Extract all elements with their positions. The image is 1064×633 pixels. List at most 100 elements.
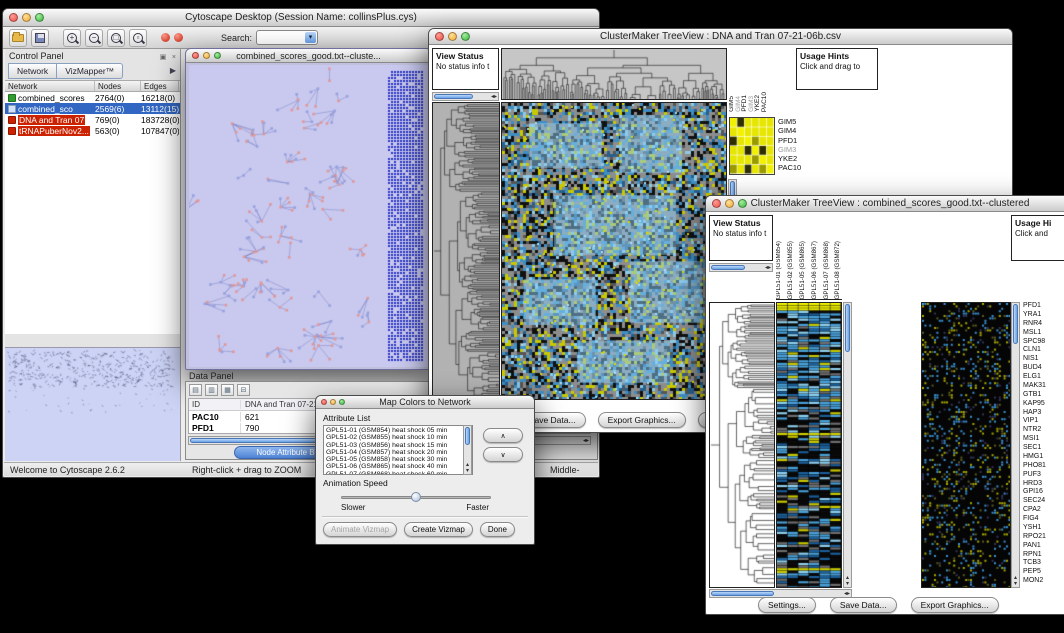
treeview-button[interactable]: Save Data...: [830, 597, 897, 613]
attribute-item[interactable]: GPL51-05 (GSM858) heat shock 30 min: [326, 456, 470, 463]
network-overview-canvas[interactable]: [5, 348, 179, 461]
gene-label: KAP95: [1023, 400, 1064, 409]
minimize-icon[interactable]: [203, 52, 210, 59]
chevron-down-icon[interactable]: ▾: [305, 32, 316, 43]
attribute-item[interactable]: GPL51-07 (GSM868) heat shock 60 min: [326, 471, 470, 475]
attribute-item[interactable]: GPL51-01 (GSM854) heat shock 05 min: [326, 427, 470, 434]
select-attributes-button[interactable]: ▤: [189, 384, 202, 396]
maximize-icon[interactable]: [738, 199, 747, 208]
minimize-icon[interactable]: [330, 399, 336, 405]
dialog-button[interactable]: Animate Vizmap: [323, 522, 397, 537]
zoom-selected-button[interactable]: ▫: [129, 29, 147, 47]
array-dendrogram-canvas[interactable]: [501, 48, 727, 100]
close-icon[interactable]: [9, 13, 18, 22]
gene-label: TCB3: [1023, 559, 1064, 568]
animation-speed-slider[interactable]: [341, 492, 491, 502]
attribute-list[interactable]: GPL51-01 (GSM854) heat shock 05 minGPL51…: [323, 425, 473, 475]
scroll-arrows-icon[interactable]: ◂▸: [765, 264, 771, 272]
network-manager-icon[interactable]: [161, 33, 170, 42]
delete-attribute-button[interactable]: ▦: [221, 384, 234, 396]
scroll-arrows-icon[interactable]: ▴▾: [1012, 575, 1019, 587]
treeview-button[interactable]: Export Graphics...: [911, 597, 999, 613]
network-row[interactable]: tRNAPuberNov2... 563(0) 107847(0): [5, 125, 180, 136]
close-icon[interactable]: [712, 199, 721, 208]
main-title-bar[interactable]: Cytoscape Desktop (Session Name: collins…: [3, 9, 599, 27]
gene-label: PFD1: [1023, 302, 1064, 311]
dialog-button[interactable]: Create Vizmap: [404, 522, 473, 537]
database-icon[interactable]: ⊟: [237, 384, 250, 396]
attribute-item[interactable]: GPL51-02 (GSM855) heat shock 10 min: [326, 434, 470, 441]
window-controls: [9, 13, 44, 22]
zoom-in-button[interactable]: +: [63, 29, 81, 47]
gene-label: NIS1: [1023, 355, 1064, 364]
gene-label: PUF3: [1023, 471, 1064, 480]
close-panel-icon[interactable]: ×: [172, 54, 176, 61]
close-icon[interactable]: [321, 399, 327, 405]
heatmap-canvas[interactable]: [501, 102, 727, 400]
tree-hscrollbar[interactable]: ◂▸: [432, 92, 499, 101]
network-file-icon: [8, 127, 16, 135]
maximize-icon[interactable]: [339, 399, 345, 405]
scroll-arrows-icon[interactable]: ◂▸: [583, 437, 589, 445]
divider: [322, 516, 528, 518]
scroll-arrows-icon[interactable]: ▴▾: [464, 462, 471, 474]
gene-label: MAK31: [1023, 382, 1064, 391]
tab[interactable]: Network: [8, 63, 57, 79]
tree-hscrollbar[interactable]: ◂▸: [709, 263, 773, 272]
scroll-arrows-icon[interactable]: ◂▸: [491, 93, 497, 101]
maximize-icon[interactable]: [214, 52, 221, 59]
dialog-title-bar[interactable]: Map Colors to Network: [316, 396, 534, 409]
network-window-title-bar[interactable]: combined_scores_good.txt--cluste...: [186, 49, 431, 63]
zoom-fit-icon: □: [111, 33, 121, 43]
save-session-button[interactable]: [31, 29, 49, 47]
array-column-labels: GPL51-01 (GSM854)GPL51-02 (GSM855)GPL51-…: [776, 215, 842, 300]
heatmap-vscrollbar[interactable]: ▴▾: [843, 302, 852, 588]
gene-label: ELG1: [1023, 373, 1064, 382]
network-overview-panel[interactable]: [5, 347, 180, 461]
treeview-button[interactable]: Export Graphics...: [598, 412, 686, 428]
close-icon[interactable]: [435, 32, 444, 41]
column-label: GPL51-01 (GSM854): [776, 241, 783, 299]
gene-label: GPI16: [1023, 488, 1064, 497]
vizmapper-shortcut-icon[interactable]: [174, 33, 183, 42]
zoom-fit-button[interactable]: □: [107, 29, 125, 47]
treeview-dna-title-bar[interactable]: ClusterMaker TreeView : DNA and Tran 07-…: [429, 29, 1012, 45]
slider-thumb[interactable]: [411, 492, 421, 502]
move-up-button[interactable]: ∧: [483, 428, 523, 443]
scroll-arrows-icon[interactable]: ▴▾: [844, 575, 851, 587]
tab-overflow-icon[interactable]: ▶: [170, 66, 176, 75]
attribute-list-vscrollbar[interactable]: ▴▾: [463, 425, 472, 475]
zoom-heatmap-canvas[interactable]: [921, 302, 1011, 588]
zoom-vscrollbar[interactable]: ▴▾: [1011, 302, 1020, 588]
open-session-button[interactable]: [9, 29, 27, 47]
dialog-button[interactable]: Done: [480, 522, 515, 537]
treeview-combined-title-bar[interactable]: ClusterMaker TreeView : combined_scores_…: [706, 196, 1064, 212]
network-row[interactable]: DNA and Tran 07 769(0) 183728(0): [5, 114, 180, 125]
attribute-item[interactable]: GPL51-04 (GSM857) heat shock 20 min: [326, 449, 470, 456]
gene-dendrogram-canvas[interactable]: [432, 102, 500, 400]
create-attribute-button[interactable]: ▥: [205, 384, 218, 396]
float-panel-icon[interactable]: ▣: [160, 54, 167, 61]
minimize-icon[interactable]: [448, 32, 457, 41]
search-input[interactable]: ▾: [256, 30, 318, 45]
move-down-button[interactable]: ∨: [483, 447, 523, 462]
maximize-icon[interactable]: [35, 13, 44, 22]
maximize-icon[interactable]: [461, 32, 470, 41]
tab[interactable]: VizMapper™: [57, 63, 123, 79]
folder-icon: [12, 34, 24, 42]
network-row[interactable]: combined_scores 2764(0) 16218(0): [5, 92, 180, 103]
attribute-item[interactable]: GPL51-06 (GSM865) heat shock 40 min: [326, 463, 470, 470]
heatmap-canvas[interactable]: [776, 302, 842, 588]
minimize-icon[interactable]: [725, 199, 734, 208]
zoom-out-button[interactable]: −: [85, 29, 103, 47]
treeview-button[interactable]: Settings...: [758, 597, 816, 613]
network-row[interactable]: combined_sco 2569(6) 13112(15): [5, 103, 180, 114]
correlation-matrix-canvas[interactable]: [729, 117, 775, 175]
network-view-canvas[interactable]: [189, 65, 428, 367]
faster-label: Faster: [466, 503, 489, 512]
close-icon[interactable]: [192, 52, 199, 59]
gene-label: HMG1: [1023, 453, 1064, 462]
attribute-item[interactable]: GPL51-03 (GSM856) heat shock 15 min: [326, 442, 470, 449]
gene-dendrogram-canvas[interactable]: [709, 302, 775, 588]
minimize-icon[interactable]: [22, 13, 31, 22]
